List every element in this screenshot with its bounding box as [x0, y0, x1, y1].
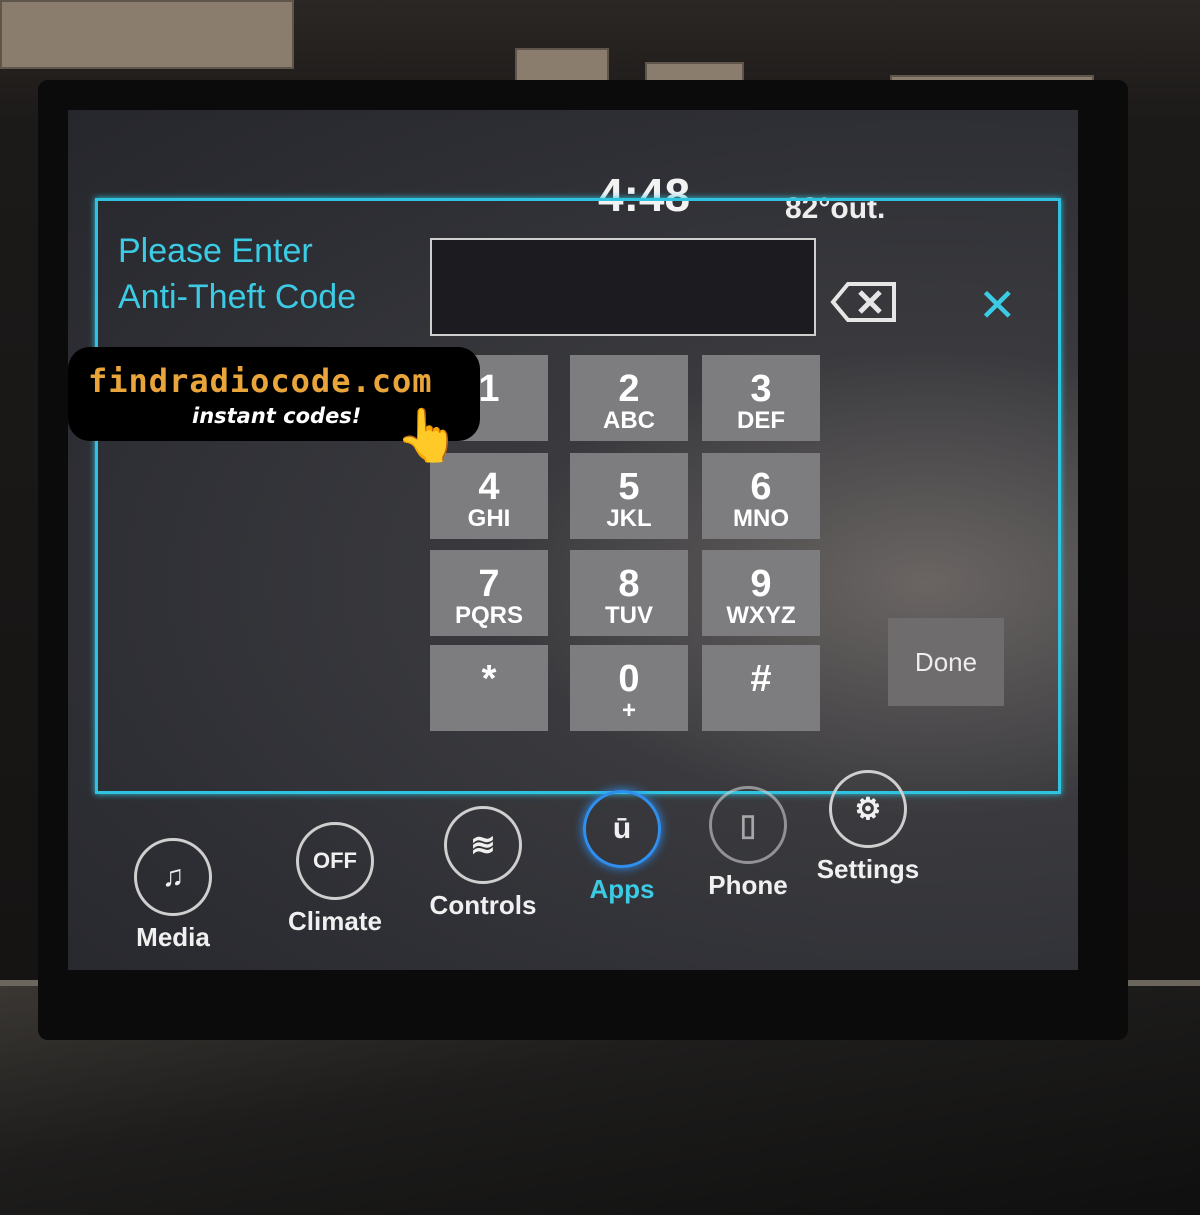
- seat-heat-icon: ≋: [444, 806, 522, 884]
- nav-label: Settings: [816, 854, 920, 884]
- key-digit: 4: [478, 466, 500, 508]
- key-digit: 7: [478, 563, 500, 605]
- key-star[interactable]: *: [430, 645, 548, 731]
- key-letters: MNO: [733, 505, 789, 532]
- key-8[interactable]: 8 TUV: [570, 550, 688, 636]
- key-letters: ABC: [603, 407, 655, 434]
- key-6[interactable]: 6 MNO: [702, 453, 820, 539]
- key-digit: 6: [750, 466, 772, 508]
- music-note-icon: ♫: [134, 838, 212, 916]
- nav-label: Apps: [589, 874, 655, 904]
- backspace-button[interactable]: [830, 280, 898, 324]
- pointing-hand-icon: 👆: [395, 406, 460, 466]
- key-letters: PQRS: [454, 602, 523, 629]
- done-button[interactable]: Done: [888, 618, 1004, 706]
- key-hash[interactable]: #: [702, 645, 820, 731]
- key-letters: WXYZ: [726, 602, 796, 629]
- key-digit: 0: [618, 658, 640, 700]
- key-7[interactable]: 7 PQRS: [430, 550, 548, 636]
- key-digit: 8: [618, 563, 640, 605]
- key-digit: 5: [618, 466, 640, 508]
- nav-media[interactable]: ♫ Media: [113, 838, 233, 953]
- key-letters: GHI: [467, 505, 511, 532]
- key-letters: DEF: [737, 407, 785, 434]
- key-letters: TUV: [605, 602, 653, 629]
- nav-apps[interactable]: ū Apps: [562, 790, 682, 905]
- key-2[interactable]: 2 ABC: [570, 355, 688, 441]
- key-9[interactable]: 9 WXYZ: [702, 550, 820, 636]
- promo-url: findradiocode.com: [88, 362, 433, 400]
- nav-label: Climate: [288, 906, 382, 936]
- key-letters: +: [621, 697, 636, 724]
- key-0[interactable]: 0 +: [570, 645, 688, 731]
- gear-icon: ⚙: [829, 770, 907, 848]
- phone-icon: ▯: [709, 786, 787, 864]
- key-5[interactable]: 5 JKL: [570, 453, 688, 539]
- key-3[interactable]: 3 DEF: [702, 355, 820, 441]
- promo-tagline: instant codes!: [192, 404, 362, 428]
- key-digit: 9: [750, 563, 772, 605]
- nav-label: Phone: [708, 870, 788, 900]
- nav-phone[interactable]: ▯ Phone: [688, 786, 808, 901]
- nav-label: Controls: [429, 890, 537, 920]
- nav-label: Media: [136, 922, 210, 952]
- climate-off-icon: OFF: [296, 822, 374, 900]
- nav-climate[interactable]: OFF Climate: [275, 822, 395, 937]
- mount-tab: [0, 0, 294, 69]
- close-button[interactable]: ✕: [978, 282, 1017, 328]
- nav-settings[interactable]: ⚙ Settings: [808, 770, 928, 885]
- code-input[interactable]: [430, 238, 816, 336]
- backspace-icon: [830, 282, 896, 322]
- key-digit: *: [481, 658, 497, 700]
- dialog-title: Please Enter Anti-Theft Code: [118, 228, 356, 320]
- dialog-title-line2: Anti-Theft Code: [118, 278, 357, 316]
- key-letters: JKL: [606, 505, 652, 532]
- close-icon: ✕: [978, 278, 1017, 332]
- key-digit: 2: [618, 368, 640, 410]
- uconnect-icon: ū: [583, 790, 661, 868]
- key-digit: 3: [750, 368, 772, 410]
- key-digit: #: [750, 658, 772, 700]
- nav-controls[interactable]: ≋ Controls: [423, 806, 543, 921]
- dialog-title-line1: Please Enter: [118, 232, 313, 270]
